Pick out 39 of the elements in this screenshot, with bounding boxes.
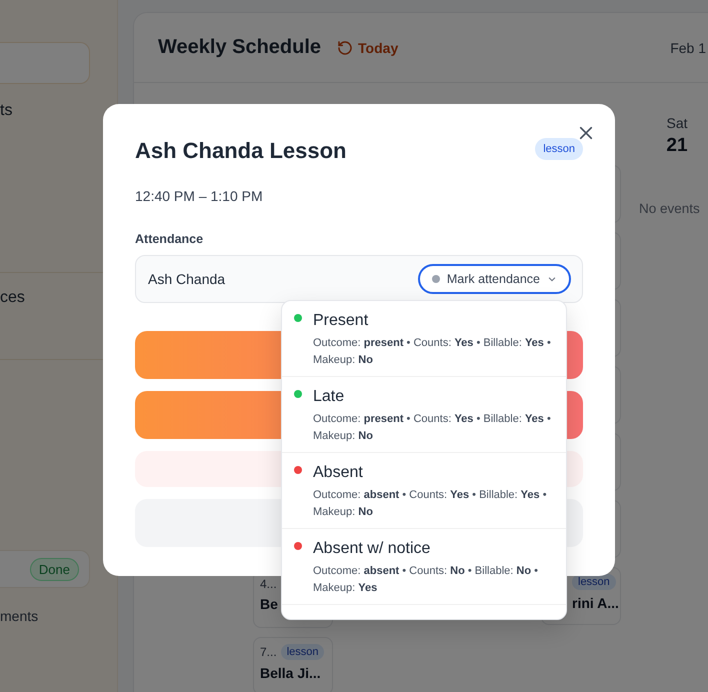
date-range: Feb 1 [670, 40, 706, 56]
event-type-tag: lesson [572, 574, 616, 590]
attendance-label: Attendance [135, 232, 204, 246]
option-details: Outcome: present • Counts: Yes • Billable: Yes • Makeup: No [313, 412, 552, 444]
attendance-option[interactable]: Present Outcome: present • Counts: Yes • Billable: Yes • Makeup: No [282, 301, 566, 377]
option-title: Absent w/ notice [313, 540, 432, 558]
attendance-option[interactable]: Absent Outcome: absent • Counts: Yes • Billable: Yes • Makeup: No [282, 453, 566, 529]
reset-icon [337, 40, 354, 56]
close-button[interactable] [577, 124, 595, 142]
event-type-tag: lesson [280, 644, 324, 660]
student-name: Ash Chanda [148, 271, 226, 287]
event-title: rini A... [572, 595, 616, 611]
option-details: Outcome: absent • Counts: No • Billable: No • Makeup: Yes [313, 564, 539, 596]
event-title: Be [260, 596, 279, 612]
dialog-title: Ash Chanda Lesson [135, 138, 346, 164]
option-details: Outcome: absent • Counts: Yes • Billable: Yes • Makeup: No [313, 488, 548, 520]
event-card[interactable]: 7... lesson Bella Ji... [253, 637, 333, 692]
event-time: 7... [260, 645, 277, 659]
option-title: Late [313, 388, 346, 406]
day-date: 21 [665, 135, 689, 157]
option-details: Outcome: present • Counts: Yes • Billable: Yes • Makeup: No [313, 336, 552, 368]
event-time: 4... [260, 577, 277, 591]
day-name: Sat [665, 115, 688, 131]
lesson-time: 12:40 PM – 1:10 PM [135, 188, 264, 204]
sidebar-card[interactable]: Done [0, 550, 90, 588]
option-title: Present [313, 312, 370, 330]
today-button[interactable]: Today [337, 40, 398, 56]
empty-day-text: No events [639, 201, 701, 216]
mark-attendance-dropdown[interactable]: Mark attendance [418, 264, 571, 294]
schedule-title: Weekly Schedule [158, 36, 322, 59]
option-title: Absent [313, 464, 364, 482]
attendance-option[interactable]: Absent w/ notice Outcome: absent • Counts: No • Billable: No • Makeup: Yes [282, 529, 566, 605]
lesson-tag: lesson [535, 138, 583, 160]
status-dot [432, 275, 440, 283]
done-badge: Done [30, 558, 79, 580]
sidebar-item[interactable]: ments [0, 608, 117, 624]
event-title: Bella Ji... [260, 665, 322, 681]
attendance-option[interactable]: Late Outcome: present • Counts: Yes • Billable: Yes • Makeup: No [282, 377, 566, 453]
close-icon [577, 124, 595, 142]
